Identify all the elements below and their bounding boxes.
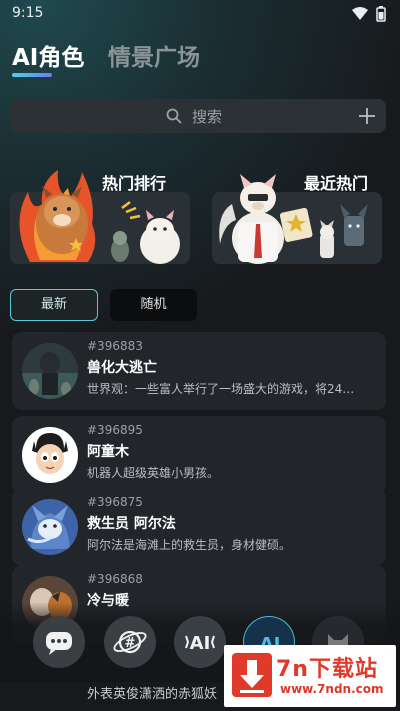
search-bar[interactable]: 搜索 (10, 99, 386, 133)
character-name: 阿童木 (87, 444, 129, 460)
character-card[interactable]: #396895 阿童木 机器人超级英雄小男孩。 (12, 416, 386, 494)
watermark-logo: 7n下载站 www.7ndn.com (224, 645, 396, 707)
search-icon (166, 108, 182, 124)
nav-ai-create-button[interactable]: AI (174, 616, 226, 668)
header-tabs: AI角色 情景广场 (12, 38, 312, 82)
character-description: 阿尔法是海滩上的救生员，身材健硕。 (87, 538, 292, 552)
tab-scene-square[interactable]: 情景广场 (108, 38, 200, 72)
character-card[interactable]: #396875 救生员 阿尔法 阿尔法是海滩上的救生员，身材健硕。 (12, 488, 386, 566)
battery-icon (376, 6, 386, 22)
download-icon (232, 653, 272, 697)
character-name: 救生员 阿尔法 (87, 516, 176, 532)
banner-title-hot-ranking: 热门排行 (102, 174, 167, 193)
banner-title-recent-hot: 最近热门 (304, 174, 369, 193)
active-tab-indicator (12, 73, 52, 77)
recent-hot-banner[interactable]: 最近热门 (212, 160, 382, 265)
filter-newest-button[interactable]: 最新 (10, 289, 98, 321)
character-id: #396883 (87, 339, 143, 353)
watermark-url: www.7ndn.com (280, 682, 384, 696)
tab-ai-roles[interactable]: AI角色 (12, 38, 84, 72)
filter-random-button[interactable]: 随机 (110, 289, 197, 321)
plus-icon[interactable] (356, 105, 378, 127)
status-bar: 9:15 (0, 0, 400, 28)
chat-icon (46, 632, 72, 655)
character-card[interactable]: #396883 兽化大逃亡 世界观：一些富人举行了一场盛大的游戏，将24… (12, 332, 386, 410)
character-id: #396895 (87, 423, 143, 437)
character-description: 世界观：一些富人举行了一场盛大的游戏，将24… (87, 382, 355, 396)
partial-description: 外表英俊潇洒的赤狐妖 (87, 687, 218, 702)
character-id: #396868 (87, 572, 143, 586)
character-name: 兽化大逃亡 (87, 360, 157, 376)
nav-chat-button[interactable] (33, 616, 85, 668)
svg-text:AI: AI (190, 633, 211, 654)
planet-hash-icon: # (113, 630, 147, 654)
hot-ranking-banner[interactable]: 热门排行 (10, 160, 190, 265)
character-avatar (22, 499, 78, 555)
svg-text:#: # (125, 636, 136, 651)
search-placeholder: 搜索 (192, 108, 223, 126)
wifi-icon (352, 7, 368, 20)
nav-topics-button[interactable]: # (104, 616, 156, 668)
ai-sparkle-icon: AI (185, 633, 215, 654)
status-time: 9:15 (12, 5, 44, 21)
character-avatar (22, 343, 78, 399)
status-icons (352, 6, 386, 22)
character-id: #396875 (87, 495, 143, 509)
character-description: 机器人超级英雄小男孩。 (87, 466, 220, 480)
character-avatar (22, 427, 78, 483)
watermark-title: 7n下载站 (276, 657, 378, 682)
